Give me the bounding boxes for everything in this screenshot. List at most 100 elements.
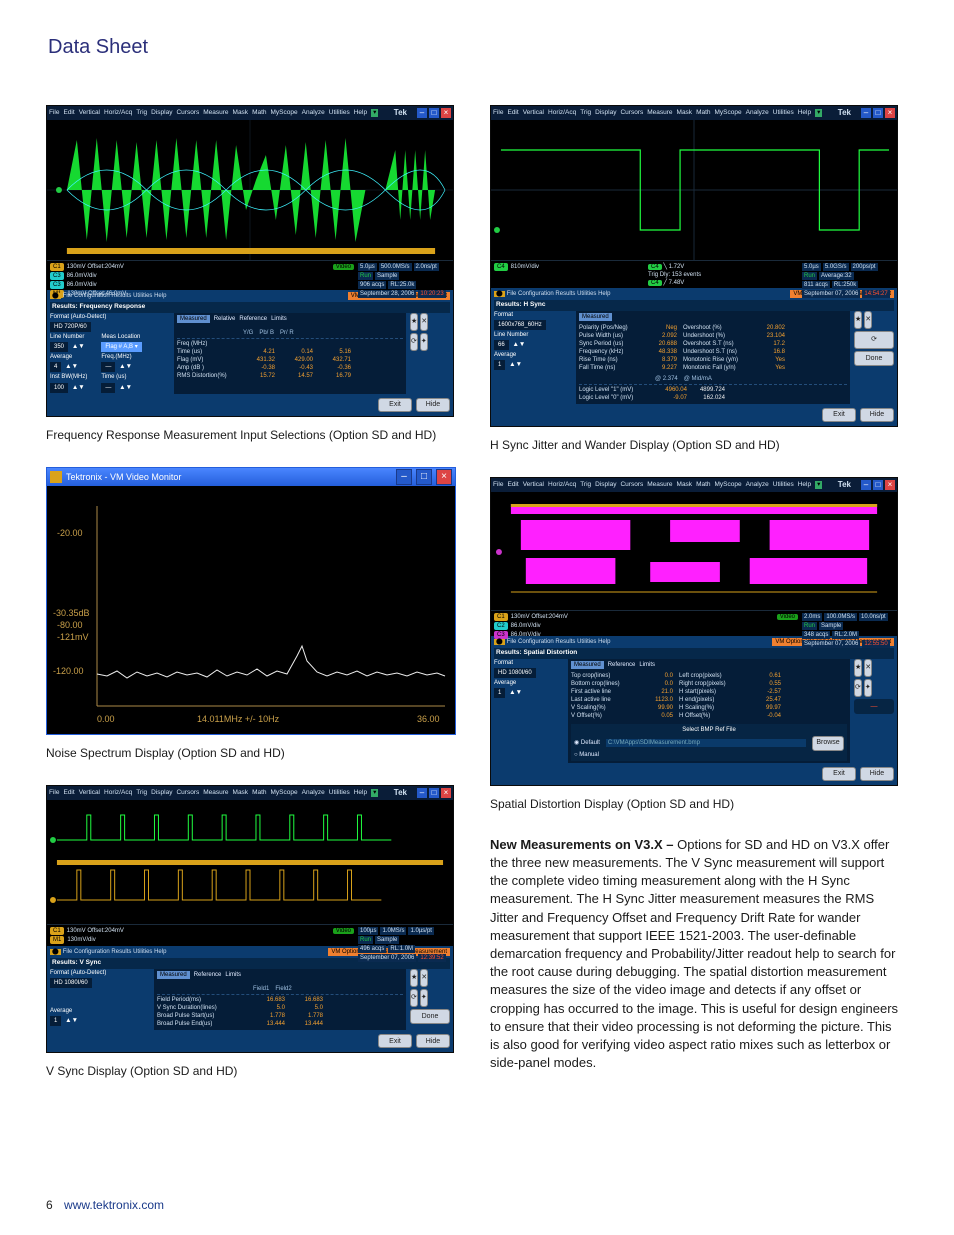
stepper-icon[interactable]: ▲▼ [65,363,78,370]
avg-value[interactable]: 1 [494,688,505,698]
tab-measured[interactable]: Measured [177,315,210,323]
menu-item[interactable]: File [49,789,59,798]
stepper-icon[interactable]: ▲▼ [509,361,522,368]
menu-item[interactable]: Mask [233,109,249,118]
maximize-icon[interactable]: □ [416,469,432,485]
menu-item[interactable]: Measure [203,789,228,798]
menu-item[interactable]: Vertical [79,789,100,798]
bw-value[interactable]: 100 [50,383,68,393]
minimize-icon[interactable]: – [861,480,871,490]
star-button[interactable]: ★ [854,311,862,329]
menu-item[interactable]: Measure [647,109,672,118]
freq-value[interactable]: — [101,362,115,372]
window-titlebar[interactable]: Tektronix - VM Video Monitor – □ × [47,468,455,486]
hide-button[interactable]: Hide [416,398,450,412]
avg-value[interactable]: 4 [50,362,61,372]
menu-item[interactable]: Help [798,481,811,490]
menu-item[interactable]: Cursors [176,109,199,118]
menu-item[interactable]: Measure [203,109,228,118]
menu-item[interactable]: Edit [507,481,518,490]
menu-item[interactable]: Trig [136,789,147,798]
menu-item[interactable]: Horiz/Acq [104,109,132,118]
tab-relative[interactable]: Relative [214,315,236,323]
maximize-icon[interactable]: □ [873,480,883,490]
menu-item[interactable]: Horiz/Acq [548,481,576,490]
menu-item[interactable]: Math [696,109,710,118]
menu-item[interactable]: Display [595,109,616,118]
hide-button[interactable]: Hide [860,408,894,422]
exit-button[interactable]: Exit [822,408,856,422]
tab-reference[interactable]: Reference [239,315,267,323]
refresh-button[interactable]: ⟳ [410,333,418,351]
tab-measured[interactable]: Measured [579,313,612,321]
refresh-button[interactable]: ⟳ [854,679,862,697]
maximize-icon[interactable]: □ [873,108,883,118]
avg-value[interactable]: 1 [494,360,505,370]
star-button[interactable]: ★ [854,659,862,677]
minimize-icon[interactable]: – [417,108,427,118]
stepper-icon[interactable]: ▲▼ [513,341,526,348]
menu-item[interactable]: Analyze [302,109,325,118]
done-button[interactable]: Done [410,1009,450,1024]
menu-item[interactable]: Edit [507,109,518,118]
menu-item[interactable]: Edit [63,109,74,118]
cross-button[interactable]: ✕ [864,311,872,329]
help-dropdown-icon[interactable]: ▾ [815,481,822,490]
menu-item[interactable]: Help [354,109,367,118]
menu-item[interactable]: Vertical [523,109,544,118]
loc-select[interactable]: Flag # A,B ▾ [101,342,141,352]
sparkle-button[interactable]: ✦ [420,333,428,351]
menu-item[interactable]: MyScope [271,109,298,118]
menu-item[interactable]: Cursors [176,789,199,798]
menu-item[interactable]: Utilities [329,109,350,118]
menu-item[interactable]: Utilities [329,789,350,798]
maximize-icon[interactable]: □ [429,788,439,798]
refresh-button[interactable]: ⟳ [854,331,894,349]
menu-item[interactable]: MyScope [715,481,742,490]
stepper-icon[interactable]: ▲▼ [119,384,132,391]
close-icon[interactable]: × [885,108,895,118]
menu-item[interactable]: File [493,109,503,118]
menu-item[interactable]: MyScope [715,109,742,118]
close-icon[interactable]: × [436,469,452,485]
menu-item[interactable]: Help [798,109,811,118]
menu-item[interactable]: Cursors [620,481,643,490]
help-dropdown-icon[interactable]: ▾ [371,789,378,798]
radio-manual[interactable]: ○ Manual [574,752,599,758]
time-value[interactable]: — [101,383,115,393]
menu-item[interactable]: Display [595,481,616,490]
menu-item[interactable]: Help [354,789,367,798]
exit-button[interactable]: Exit [822,767,856,781]
menu-item[interactable]: Display [151,789,172,798]
menu-item[interactable]: Measure [647,481,672,490]
close-icon[interactable]: × [441,788,451,798]
menu-item[interactable]: Mask [677,481,693,490]
exit-button[interactable]: Exit [378,1034,412,1048]
stepper-icon[interactable]: ▲▼ [119,363,132,370]
tab-measured[interactable]: Measured [571,661,604,669]
menu-item[interactable]: File [49,109,59,118]
hide-button[interactable]: Hide [416,1034,450,1048]
tab-limits[interactable]: Limits [639,661,655,669]
radio-default[interactable]: ◉ Default [574,739,600,747]
cross-button[interactable]: ✕ [864,659,872,677]
menu-item[interactable]: Math [252,789,266,798]
line-value[interactable]: 350 [50,342,68,352]
minimize-icon[interactable]: – [861,108,871,118]
hide-button[interactable]: Hide [860,767,894,781]
done-button[interactable]: Done [854,351,894,366]
menu-item[interactable]: Vertical [523,481,544,490]
star-button[interactable]: ★ [410,969,418,987]
cross-button[interactable]: ✕ [420,969,428,987]
menu-item[interactable]: Horiz/Acq [548,109,576,118]
maximize-icon[interactable]: □ [429,108,439,118]
tab-limits[interactable]: Limits [225,971,241,979]
menu-item[interactable]: Mask [677,109,693,118]
menu-item[interactable]: Horiz/Acq [104,789,132,798]
close-icon[interactable]: × [885,480,895,490]
help-dropdown-icon[interactable]: ▾ [371,109,378,118]
exit-button[interactable]: Exit [378,398,412,412]
menu-item[interactable]: Utilities [773,481,794,490]
tab-reference[interactable]: Reference [194,971,222,979]
stepper-icon[interactable]: ▲▼ [65,1017,78,1024]
